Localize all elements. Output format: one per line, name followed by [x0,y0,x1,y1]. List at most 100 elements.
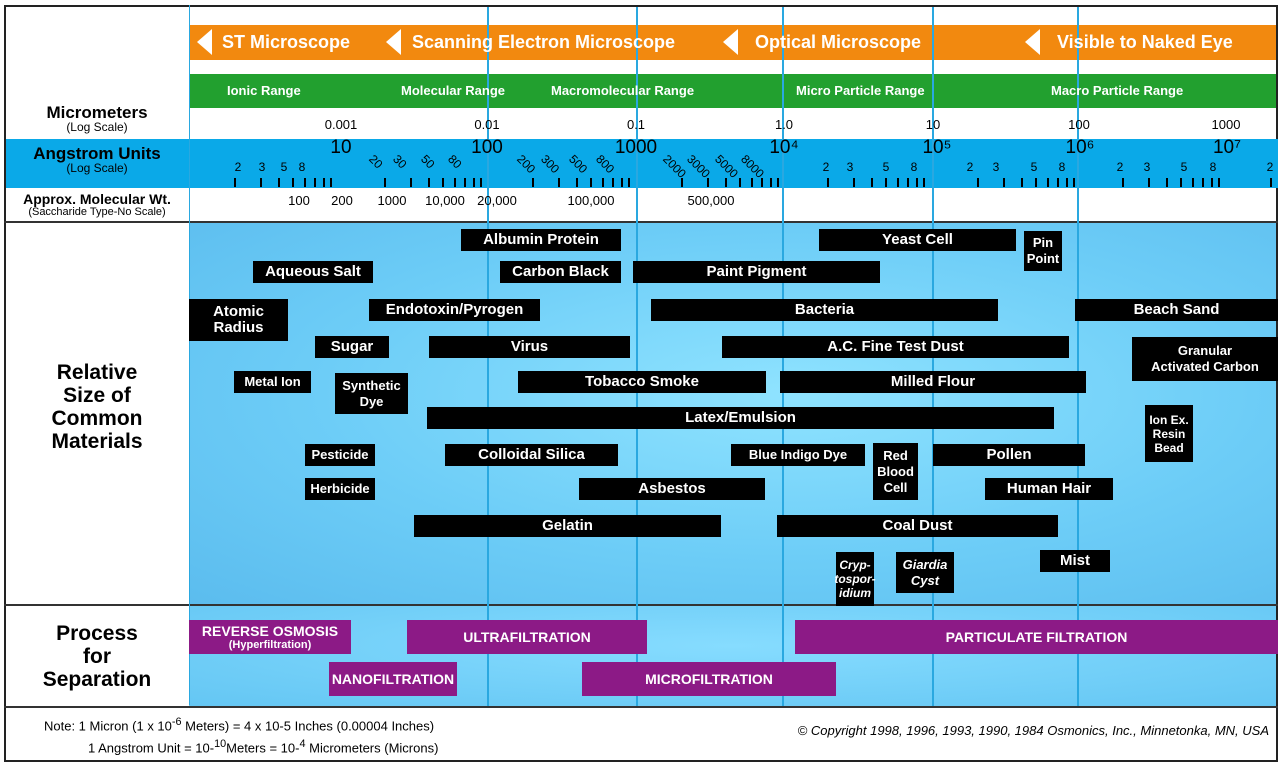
material-bar: Coal Dust [777,515,1058,537]
angstrom-major-label: 10⁷ [1212,137,1242,158]
angstrom-minor-label: 2 [234,160,242,174]
arrow-left-icon [1025,29,1040,55]
material-bar: Colloidal Silica [445,444,618,466]
process-label-text: ULTRAFILTRATION [463,628,591,645]
material-bar: Human Hair [985,478,1113,500]
angstrom-tick-mark [292,178,294,187]
angstrom-tick-mark [234,178,236,187]
microscope-naked-eye: Visible to Naked Eye [1057,32,1233,52]
material-bar: Paint Pigment [633,261,880,283]
note-text: 1 Angstrom Unit = 10- [88,740,215,756]
note-text: Note: 1 Micron (1 x 10 [44,718,172,734]
divider [4,706,1278,708]
material-bar: Sugar [315,336,389,358]
angstrom-tick-mark [384,178,386,187]
process-bar: PARTICULATE FILTRATION [795,620,1278,654]
angstrom-tick-mark [1073,178,1075,187]
angstrom-label: Angstrom Units (Log Scale) [6,145,188,175]
angstrom-tick-mark [853,178,855,187]
angstrom-tick-mark [612,178,614,187]
decade-line [1077,7,1079,706]
material-bar: Asbestos [579,478,765,500]
angstrom-tick-mark [885,178,887,187]
range-macromolecular: Macromolecular Range [551,83,695,98]
process-label: Process for Separation [42,622,152,691]
angstrom-minor-label: 8 [1058,160,1066,174]
angstrom-minor-label: 5 [280,160,288,174]
material-bar: Ion Ex. Resin Bead [1145,405,1193,462]
angstrom-minor-label: 3 [846,160,854,174]
micrometer-tick-label: 0.01 [474,117,500,132]
process-bar: MICROFILTRATION [582,662,836,696]
range-molecular: Molecular Range [401,83,506,98]
angstrom-minor-label: 3 [1143,160,1151,174]
molecular-weight-label: 20,000 [477,193,517,208]
angstrom-minor-label: 5 [882,160,890,174]
angstrom-tick-mark [1148,178,1150,187]
left-axis-line [189,5,190,705]
molecular-weight-label: 100 [288,193,310,208]
angstrom-tick-mark [707,178,709,187]
angstrom-tick-mark [761,178,763,187]
material-bar: Red Blood Cell [873,443,918,500]
molecular-weight-label: 10,000 [425,193,465,208]
process-label-text: REVERSE OSMOSIS [201,622,339,639]
angstrom-tick-mark [428,178,430,187]
material-bar: Beach Sand [1075,299,1278,321]
angstrom-tick-mark [410,178,412,187]
angstrom-tick-mark [1270,178,1272,187]
arrow-left-icon [386,29,401,55]
angstrom-tick-mark [916,178,918,187]
material-bar: Tobacco Smoke [518,371,766,393]
angstrom-tick-mark [770,178,772,187]
angstrom-tick-mark [777,178,779,187]
angstrom-tick-mark [278,178,280,187]
angstrom-minor-label: 8 [1209,160,1217,174]
angstrom-tick-mark [1180,178,1182,187]
material-bar: Metal Ion [234,371,311,393]
angstrom-tick-mark [304,178,306,187]
material-bar: Pollen [933,444,1085,466]
angstrom-tick-mark [1066,178,1068,187]
angstrom-tick-mark [590,178,592,187]
angstrom-tick-mark [576,178,578,187]
decade-line [636,7,638,706]
material-bar: Bacteria [651,299,998,321]
material-bar: Albumin Protein [461,229,621,251]
arrow-left-icon [723,29,738,55]
material-bar: Blue Indigo Dye [731,444,865,466]
micrometer-tick-label: 1000 [1211,117,1241,132]
micrometer-tick-label: 100 [1068,117,1090,132]
angstrom-tick-mark [480,178,482,187]
note-sup: 10 [214,738,227,750]
angstrom-tick-mark [323,178,325,187]
micrometer-tick-label: 0.001 [324,117,358,132]
note-text: Meters = 10- [226,740,300,756]
range-micro-particle: Micro Particle Range [796,83,925,98]
micrometers-title: Micrometers [46,103,148,122]
angstrom-tick-mark [330,178,332,187]
angstrom-major-label: 10⁶ [1065,137,1095,158]
material-bar: Atomic Radius [189,299,288,341]
angstrom-minor-label: 3 [258,160,266,174]
angstrom-tick-mark [621,178,623,187]
micrometers-label: Micrometers (Log Scale) [6,104,188,134]
angstrom-tick-mark [314,178,316,187]
material-bar: Granular Activated Carbon [1132,337,1278,381]
angstrom-major-label: 10⁵ [922,137,952,158]
angstrom-tick-mark [260,178,262,187]
angstrom-tick-mark [628,178,630,187]
micrometer-tick-label: 0.1 [626,117,646,132]
process-label-text: MICROFILTRATION [645,670,773,687]
angstrom-sub: (Log Scale) [66,161,128,175]
microscope-optical: Optical Microscope [755,32,922,52]
angstrom-tick-mark [1211,178,1213,187]
range-macro-particle: Macro Particle Range [1051,83,1184,98]
angstrom-major-label: 10⁴ [769,137,799,158]
angstrom-tick-mark [1035,178,1037,187]
material-bar: Latex/Emulsion [427,407,1054,429]
material-bar: Virus [429,336,630,358]
note-line-2: 1 Angstrom Unit = 10-10Meters = 10-4 Mic… [88,738,438,755]
micrometer-tick-label: 10 [925,117,941,132]
angstrom-minor-label: 5 [1180,160,1188,174]
